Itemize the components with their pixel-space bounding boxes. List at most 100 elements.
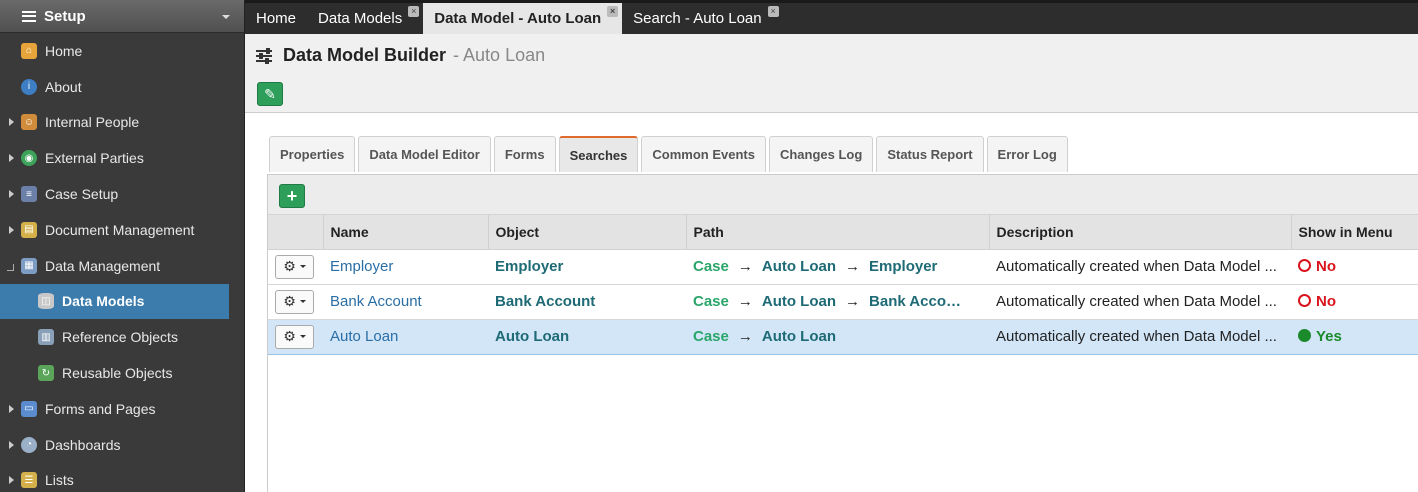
expand-arrow-icon[interactable] (9, 476, 14, 485)
column-header-path[interactable]: Path (686, 215, 990, 250)
expand-arrow-icon[interactable] (9, 154, 14, 163)
sidebar-item-external-parties[interactable]: ◉ External Parties (0, 140, 244, 176)
searches-table: Name Object Path Description Show in Men… (268, 215, 1418, 355)
tab-forms[interactable]: Forms (493, 136, 556, 172)
tab-search-auto-loan[interactable]: Search - Auto Loan × (622, 3, 782, 34)
tab-data-model-auto-loan[interactable]: Data Model - Auto Loan × (423, 3, 623, 34)
sidebar-item-data-models[interactable]: ◫ Data Models (0, 283, 229, 320)
tab-home[interactable]: Home (245, 3, 307, 34)
table-row[interactable]: ⚙ Employer Employer Case → Auto Loan → Emplo… (268, 249, 1418, 285)
tab-status-report[interactable]: Status Report (876, 136, 984, 172)
page-subtitle: - Auto Loan (453, 45, 546, 65)
path-segment: Bank Acco… (869, 293, 961, 310)
sidebar-item-label: Home (45, 42, 83, 59)
expand-arrow-icon[interactable] (9, 190, 14, 199)
sidebar-item-label: Document Management (45, 221, 195, 238)
sidebar-item-reusable-objects[interactable]: ↻ Reusable Objects (0, 355, 244, 391)
column-header-object[interactable]: Object (488, 215, 687, 250)
dashboard-icon: ◔ (21, 436, 37, 453)
content-tabs: Properties Data Model Editor Forms Searc… (269, 136, 1068, 172)
search-name-link[interactable]: Auto Loan (330, 328, 398, 345)
sidebar-item-label: Reusable Objects (62, 365, 173, 382)
path-cell: Case → Auto Loan (686, 318, 989, 355)
tab-error-log[interactable]: Error Log (986, 136, 1068, 172)
sidebar-item-label: Dashboards (45, 436, 121, 453)
toolbar: + (268, 175, 1418, 215)
table-row[interactable]: ⚙ Bank Account Bank Account Case → Auto Lo… (268, 284, 1418, 320)
row-actions-button[interactable]: ⚙ (275, 324, 314, 349)
sidebar-item-forms-and-pages[interactable]: ▭ Forms and Pages (0, 391, 244, 427)
caret-down-icon (299, 300, 306, 303)
search-name-link[interactable]: Bank Account (330, 293, 422, 310)
column-header-actions (268, 215, 324, 250)
table-header-row: Name Object Path Description Show in Men… (268, 215, 1418, 250)
tab-changes-log[interactable]: Changes Log (768, 136, 874, 172)
close-icon[interactable]: × (607, 6, 619, 17)
sidebar-item-lists[interactable]: ☰ Lists (0, 463, 244, 492)
sidebar-item-home[interactable]: ⌂ Home (0, 33, 244, 69)
list-icon: ☰ (21, 472, 37, 489)
sidebar-item-reference-objects[interactable]: ▥ Reference Objects (0, 319, 244, 355)
sidebar-item-internal-people[interactable]: ☺ Internal People (0, 105, 244, 141)
path-segment: Employer (869, 258, 938, 275)
sidebar-item-about[interactable]: i About (0, 69, 244, 105)
add-search-button[interactable]: + (279, 184, 305, 208)
chevron-down-icon (222, 15, 230, 19)
page-title-row: Data Model Builder - Auto Loan (256, 45, 545, 66)
gear-icon: ⚙ (283, 293, 296, 309)
path-segment: Auto Loan (761, 258, 837, 275)
path-segment: Case (693, 258, 729, 275)
object-name: Bank Account (495, 293, 596, 310)
database-icon: ◫ (38, 293, 54, 310)
sidebar-item-data-management[interactable]: ▦ Data Management (0, 248, 244, 284)
tab-data-models[interactable]: Data Models × (307, 3, 423, 34)
tab-properties[interactable]: Properties (269, 136, 356, 172)
sidebar-item-case-setup[interactable]: ≡ Case Setup (0, 176, 244, 212)
searches-panel: + Name Object Path Description Show in M… (267, 174, 1418, 492)
sidebar-item-label: Reference Objects (62, 329, 178, 346)
expand-arrow-icon[interactable] (9, 225, 14, 234)
path-segment: Case (693, 293, 729, 310)
arrow-icon: → (737, 328, 753, 345)
description-text: Automatically created when Data Model ..… (996, 258, 1277, 275)
column-header-name[interactable]: Name (323, 215, 489, 250)
document-icon: ▤ (21, 221, 37, 238)
sidebar-item-label: Data Models (62, 293, 145, 310)
close-icon[interactable]: × (767, 6, 779, 17)
close-icon[interactable]: × (408, 6, 420, 17)
search-name-link[interactable]: Employer (330, 258, 393, 275)
table-row-selected[interactable]: ⚙ Auto Loan Auto Loan Case → Auto Loan Aut… (268, 318, 1418, 355)
tab-data-model-editor[interactable]: Data Model Editor (358, 136, 491, 172)
column-header-description[interactable]: Description (989, 215, 1292, 250)
arrow-icon: → (845, 258, 861, 275)
description-text: Automatically created when Data Model ..… (996, 293, 1277, 310)
tab-searches[interactable]: Searches (558, 136, 639, 172)
caret-down-icon (299, 335, 306, 338)
arrow-icon: → (737, 258, 753, 275)
gear-icon: ⚙ (283, 258, 296, 274)
no-circle-icon (1298, 294, 1311, 307)
globe-icon: ◉ (21, 150, 37, 167)
arrow-icon: → (737, 293, 753, 310)
expand-arrow-icon[interactable] (9, 118, 14, 127)
collapse-arrow-icon[interactable] (7, 263, 14, 271)
tab-label: Search - Auto Loan (633, 10, 762, 27)
sidebar-item-label: Forms and Pages (45, 400, 156, 417)
expand-arrow-icon[interactable] (9, 440, 14, 449)
sidebar-item-label: Data Management (45, 257, 161, 274)
reusable-icon: ↻ (38, 365, 54, 382)
show-in-menu-value: No (1316, 293, 1336, 310)
path-segment: Auto Loan (761, 293, 837, 310)
row-actions-button[interactable]: ⚙ (275, 254, 314, 279)
column-header-show-in-menu[interactable]: Show in Menu (1291, 215, 1418, 250)
sidebar-header[interactable]: Setup (0, 0, 244, 33)
pencil-icon: ✎ (264, 85, 276, 102)
tab-common-events[interactable]: Common Events (641, 136, 766, 172)
path-segment: Case (693, 328, 729, 345)
path-segment: Auto Loan (761, 328, 837, 345)
row-actions-button[interactable]: ⚙ (275, 289, 314, 314)
sidebar-item-dashboards[interactable]: ◔ Dashboards (0, 427, 244, 463)
sidebar-item-document-management[interactable]: ▤ Document Management (0, 212, 244, 248)
edit-button[interactable]: ✎ (257, 82, 283, 106)
expand-arrow-icon[interactable] (9, 404, 14, 413)
